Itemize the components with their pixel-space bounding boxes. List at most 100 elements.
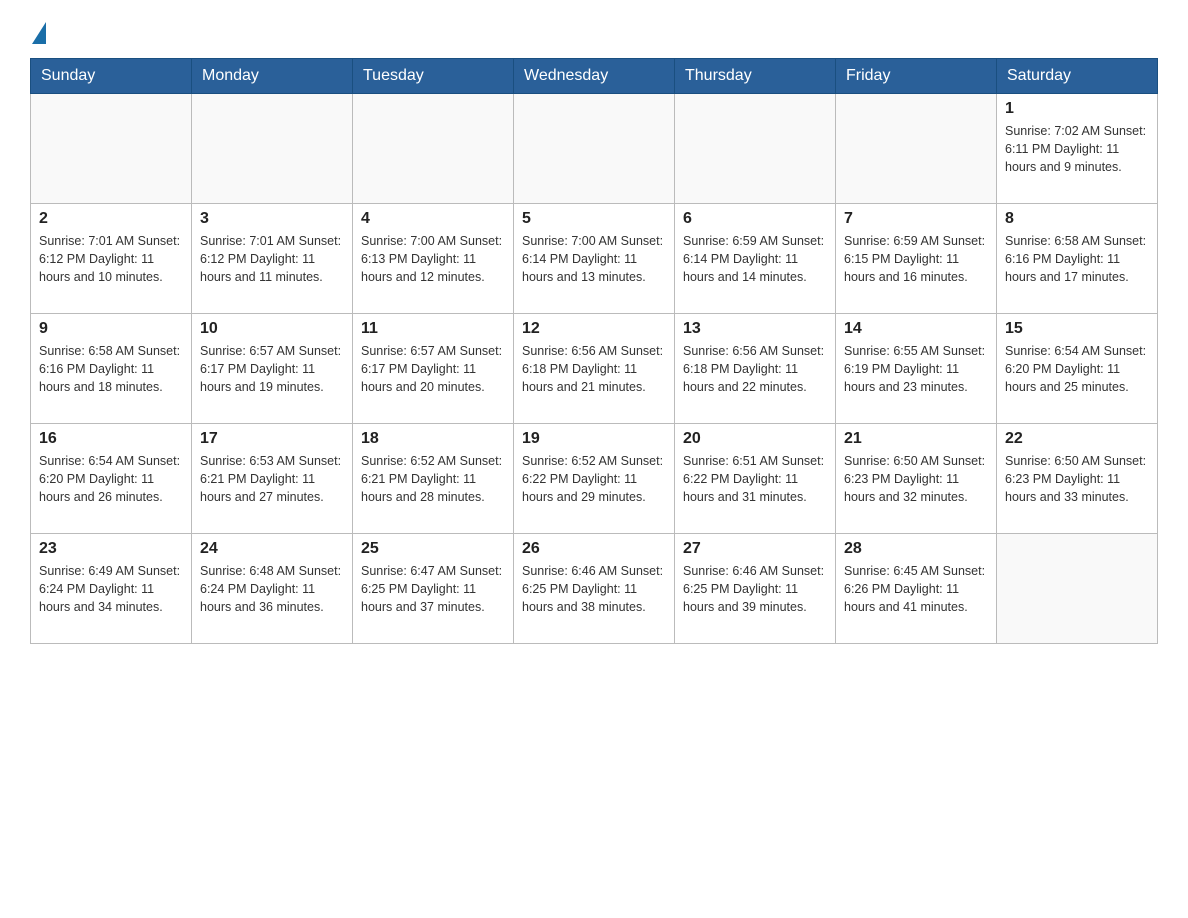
calendar-cell: 21Sunrise: 6:50 AM Sunset: 6:23 PM Dayli… [836,424,997,534]
calendar-cell [192,94,353,204]
weekday-header-saturday: Saturday [997,59,1158,94]
week-row-2: 2 Sunrise: 7:01 AM Sunset: 6:12 PM Daylig… [31,204,1158,314]
day-info: Sunrise: 6:59 AM Sunset: 6:15 PM Dayligh… [844,232,988,286]
calendar-body: 1 Sunrise: 7:02 AM Sunset: 6:11 PM Daylig… [31,94,1158,644]
day-number: 26 [522,540,666,558]
calendar-cell: 13 Sunrise: 6:56 AM Sunset: 6:18 PM Dayli… [675,314,836,424]
calendar-cell [514,94,675,204]
calendar-header: SundayMondayTuesdayWednesdayThursdayFrid… [31,59,1158,94]
day-number: 27 [683,540,827,558]
day-info: Sunrise: 6:50 AM Sunset: 6:23 PM Dayligh… [844,452,988,506]
day-number: 14 [844,320,988,338]
week-row-1: 1 Sunrise: 7:02 AM Sunset: 6:11 PM Daylig… [31,94,1158,204]
day-number: 11 [361,320,505,338]
day-number: 18 [361,430,505,448]
day-info: Sunrise: 6:57 AM Sunset: 6:17 PM Dayligh… [200,342,344,396]
calendar-cell: 16 Sunrise: 6:54 AM Sunset: 6:20 PM Dayli… [31,424,192,534]
day-number: 8 [1005,210,1149,228]
day-info: Sunrise: 6:52 AM Sunset: 6:21 PM Dayligh… [361,452,505,506]
week-row-3: 9Sunrise: 6:58 AM Sunset: 6:16 PM Daylig… [31,314,1158,424]
day-number: 17 [200,430,344,448]
day-info: Sunrise: 6:51 AM Sunset: 6:22 PM Dayligh… [683,452,827,506]
calendar-cell: 12 Sunrise: 6:56 AM Sunset: 6:18 PM Dayli… [514,314,675,424]
day-info: Sunrise: 6:54 AM Sunset: 6:20 PM Dayligh… [39,452,183,506]
calendar-cell: 27 Sunrise: 6:46 AM Sunset: 6:25 PM Dayli… [675,534,836,644]
day-info: Sunrise: 6:56 AM Sunset: 6:18 PM Dayligh… [683,342,827,396]
day-info: Sunrise: 6:49 AM Sunset: 6:24 PM Dayligh… [39,562,183,616]
day-number: 2 [39,210,183,228]
calendar-cell: 19 Sunrise: 6:52 AM Sunset: 6:22 PM Dayli… [514,424,675,534]
day-number: 7 [844,210,988,228]
page-header [30,20,1158,42]
day-info: Sunrise: 6:57 AM Sunset: 6:17 PM Dayligh… [361,342,505,396]
day-number: 5 [522,210,666,228]
day-info: Sunrise: 7:01 AM Sunset: 6:12 PM Dayligh… [39,232,183,286]
day-number: 1 [1005,100,1149,118]
day-number: 10 [200,320,344,338]
calendar-cell: 7 Sunrise: 6:59 AM Sunset: 6:15 PM Daylig… [836,204,997,314]
day-info: Sunrise: 6:46 AM Sunset: 6:25 PM Dayligh… [522,562,666,616]
calendar-cell: 5 Sunrise: 7:00 AM Sunset: 6:14 PM Daylig… [514,204,675,314]
day-number: 13 [683,320,827,338]
weekday-header-monday: Monday [192,59,353,94]
day-number: 25 [361,540,505,558]
day-number: 6 [683,210,827,228]
day-info: Sunrise: 6:45 AM Sunset: 6:26 PM Dayligh… [844,562,988,616]
day-info: Sunrise: 6:54 AM Sunset: 6:20 PM Dayligh… [1005,342,1149,396]
day-number: 9 [39,320,183,338]
day-number: 19 [522,430,666,448]
calendar-cell [997,534,1158,644]
calendar-cell: 23 Sunrise: 6:49 AM Sunset: 6:24 PM Dayli… [31,534,192,644]
calendar-cell [836,94,997,204]
weekday-header-wednesday: Wednesday [514,59,675,94]
calendar-cell: 11 Sunrise: 6:57 AM Sunset: 6:17 PM Dayli… [353,314,514,424]
day-info: Sunrise: 6:55 AM Sunset: 6:19 PM Dayligh… [844,342,988,396]
calendar-cell: 2 Sunrise: 7:01 AM Sunset: 6:12 PM Daylig… [31,204,192,314]
day-info: Sunrise: 6:48 AM Sunset: 6:24 PM Dayligh… [200,562,344,616]
day-info: Sunrise: 7:02 AM Sunset: 6:11 PM Dayligh… [1005,122,1149,176]
day-info: Sunrise: 6:53 AM Sunset: 6:21 PM Dayligh… [200,452,344,506]
calendar-cell: 14 Sunrise: 6:55 AM Sunset: 6:19 PM Dayli… [836,314,997,424]
calendar-cell: 8 Sunrise: 6:58 AM Sunset: 6:16 PM Daylig… [997,204,1158,314]
weekday-header-thursday: Thursday [675,59,836,94]
weekday-header-sunday: Sunday [31,59,192,94]
calendar-cell: 3 Sunrise: 7:01 AM Sunset: 6:12 PM Daylig… [192,204,353,314]
day-number: 23 [39,540,183,558]
day-info: Sunrise: 6:50 AM Sunset: 6:23 PM Dayligh… [1005,452,1149,506]
calendar-cell: 28 Sunrise: 6:45 AM Sunset: 6:26 PM Dayli… [836,534,997,644]
calendar-cell: 20 Sunrise: 6:51 AM Sunset: 6:22 PM Dayli… [675,424,836,534]
logo-top [30,20,46,44]
day-number: 28 [844,540,988,558]
calendar-cell: 15 Sunrise: 6:54 AM Sunset: 6:20 PM Dayli… [997,314,1158,424]
calendar-cell: 1 Sunrise: 7:02 AM Sunset: 6:11 PM Daylig… [997,94,1158,204]
day-info: Sunrise: 7:00 AM Sunset: 6:14 PM Dayligh… [522,232,666,286]
calendar-cell: 18 Sunrise: 6:52 AM Sunset: 6:21 PM Dayli… [353,424,514,534]
calendar-cell [675,94,836,204]
week-row-5: 23 Sunrise: 6:49 AM Sunset: 6:24 PM Dayli… [31,534,1158,644]
calendar-cell: 9Sunrise: 6:58 AM Sunset: 6:16 PM Daylig… [31,314,192,424]
day-number: 16 [39,430,183,448]
day-number: 15 [1005,320,1149,338]
day-info: Sunrise: 6:58 AM Sunset: 6:16 PM Dayligh… [1005,232,1149,286]
weekday-header-tuesday: Tuesday [353,59,514,94]
calendar-cell: 4 Sunrise: 7:00 AM Sunset: 6:13 PM Daylig… [353,204,514,314]
calendar-cell: 24Sunrise: 6:48 AM Sunset: 6:24 PM Dayli… [192,534,353,644]
day-info: Sunrise: 7:00 AM Sunset: 6:13 PM Dayligh… [361,232,505,286]
calendar-cell: 26 Sunrise: 6:46 AM Sunset: 6:25 PM Dayli… [514,534,675,644]
weekday-header-row: SundayMondayTuesdayWednesdayThursdayFrid… [31,59,1158,94]
calendar-cell: 6Sunrise: 6:59 AM Sunset: 6:14 PM Daylig… [675,204,836,314]
calendar-cell: 10 Sunrise: 6:57 AM Sunset: 6:17 PM Dayli… [192,314,353,424]
weekday-header-friday: Friday [836,59,997,94]
day-info: Sunrise: 7:01 AM Sunset: 6:12 PM Dayligh… [200,232,344,286]
logo [30,20,46,42]
calendar-cell: 25Sunrise: 6:47 AM Sunset: 6:25 PM Dayli… [353,534,514,644]
day-number: 3 [200,210,344,228]
calendar-table: SundayMondayTuesdayWednesdayThursdayFrid… [30,58,1158,644]
day-info: Sunrise: 6:56 AM Sunset: 6:18 PM Dayligh… [522,342,666,396]
day-number: 4 [361,210,505,228]
day-info: Sunrise: 6:46 AM Sunset: 6:25 PM Dayligh… [683,562,827,616]
day-number: 22 [1005,430,1149,448]
day-number: 12 [522,320,666,338]
day-number: 20 [683,430,827,448]
day-info: Sunrise: 6:52 AM Sunset: 6:22 PM Dayligh… [522,452,666,506]
